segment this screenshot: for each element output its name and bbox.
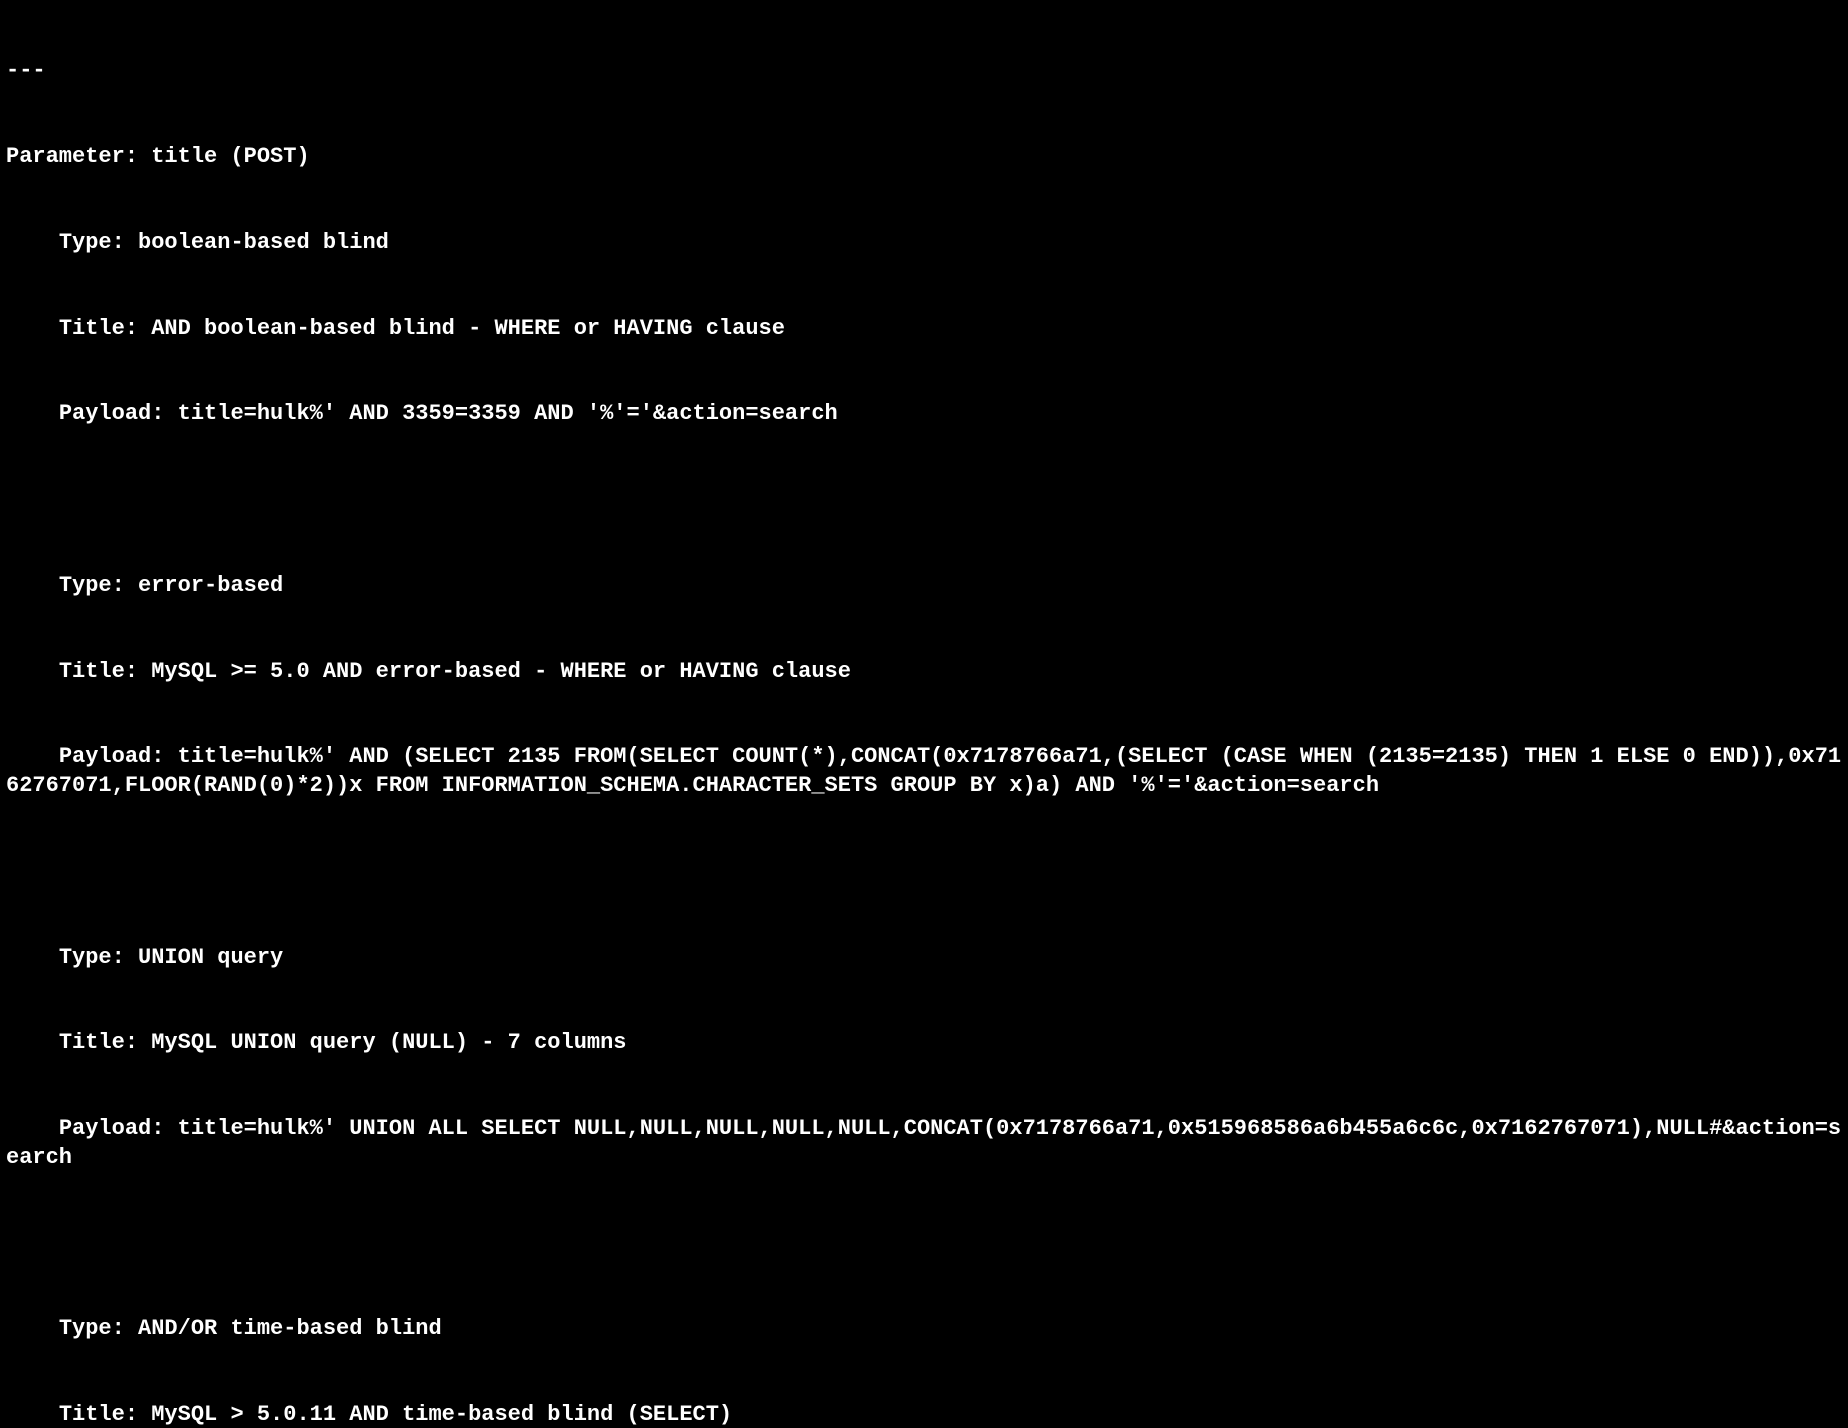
terminal-line: --- [6,57,1842,86]
terminal-line: Payload: title=hulk%' UNION ALL SELECT N… [6,1115,1842,1172]
terminal-line: Title: MySQL UNION query (NULL) - 7 colu… [6,1029,1842,1058]
terminal-line: Title: MySQL >= 5.0 AND error-based - WH… [6,658,1842,687]
terminal-line [6,858,1842,887]
terminal-output[interactable]: --- Parameter: title (POST) Type: boolea… [0,0,1848,1428]
terminal-line: Payload: title=hulk%' AND (SELECT 2135 F… [6,743,1842,800]
terminal-line: Type: boolean-based blind [6,229,1842,258]
terminal-line: Type: error-based [6,572,1842,601]
terminal-line: Parameter: title (POST) [6,143,1842,172]
terminal-line [6,1230,1842,1259]
terminal-line: Type: UNION query [6,944,1842,973]
terminal-line: Title: MySQL > 5.0.11 AND time-based bli… [6,1401,1842,1428]
terminal-line: Payload: title=hulk%' AND 3359=3359 AND … [6,400,1842,429]
terminal-line: Title: AND boolean-based blind - WHERE o… [6,315,1842,344]
terminal-line [6,486,1842,515]
terminal-line: Type: AND/OR time-based blind [6,1315,1842,1344]
